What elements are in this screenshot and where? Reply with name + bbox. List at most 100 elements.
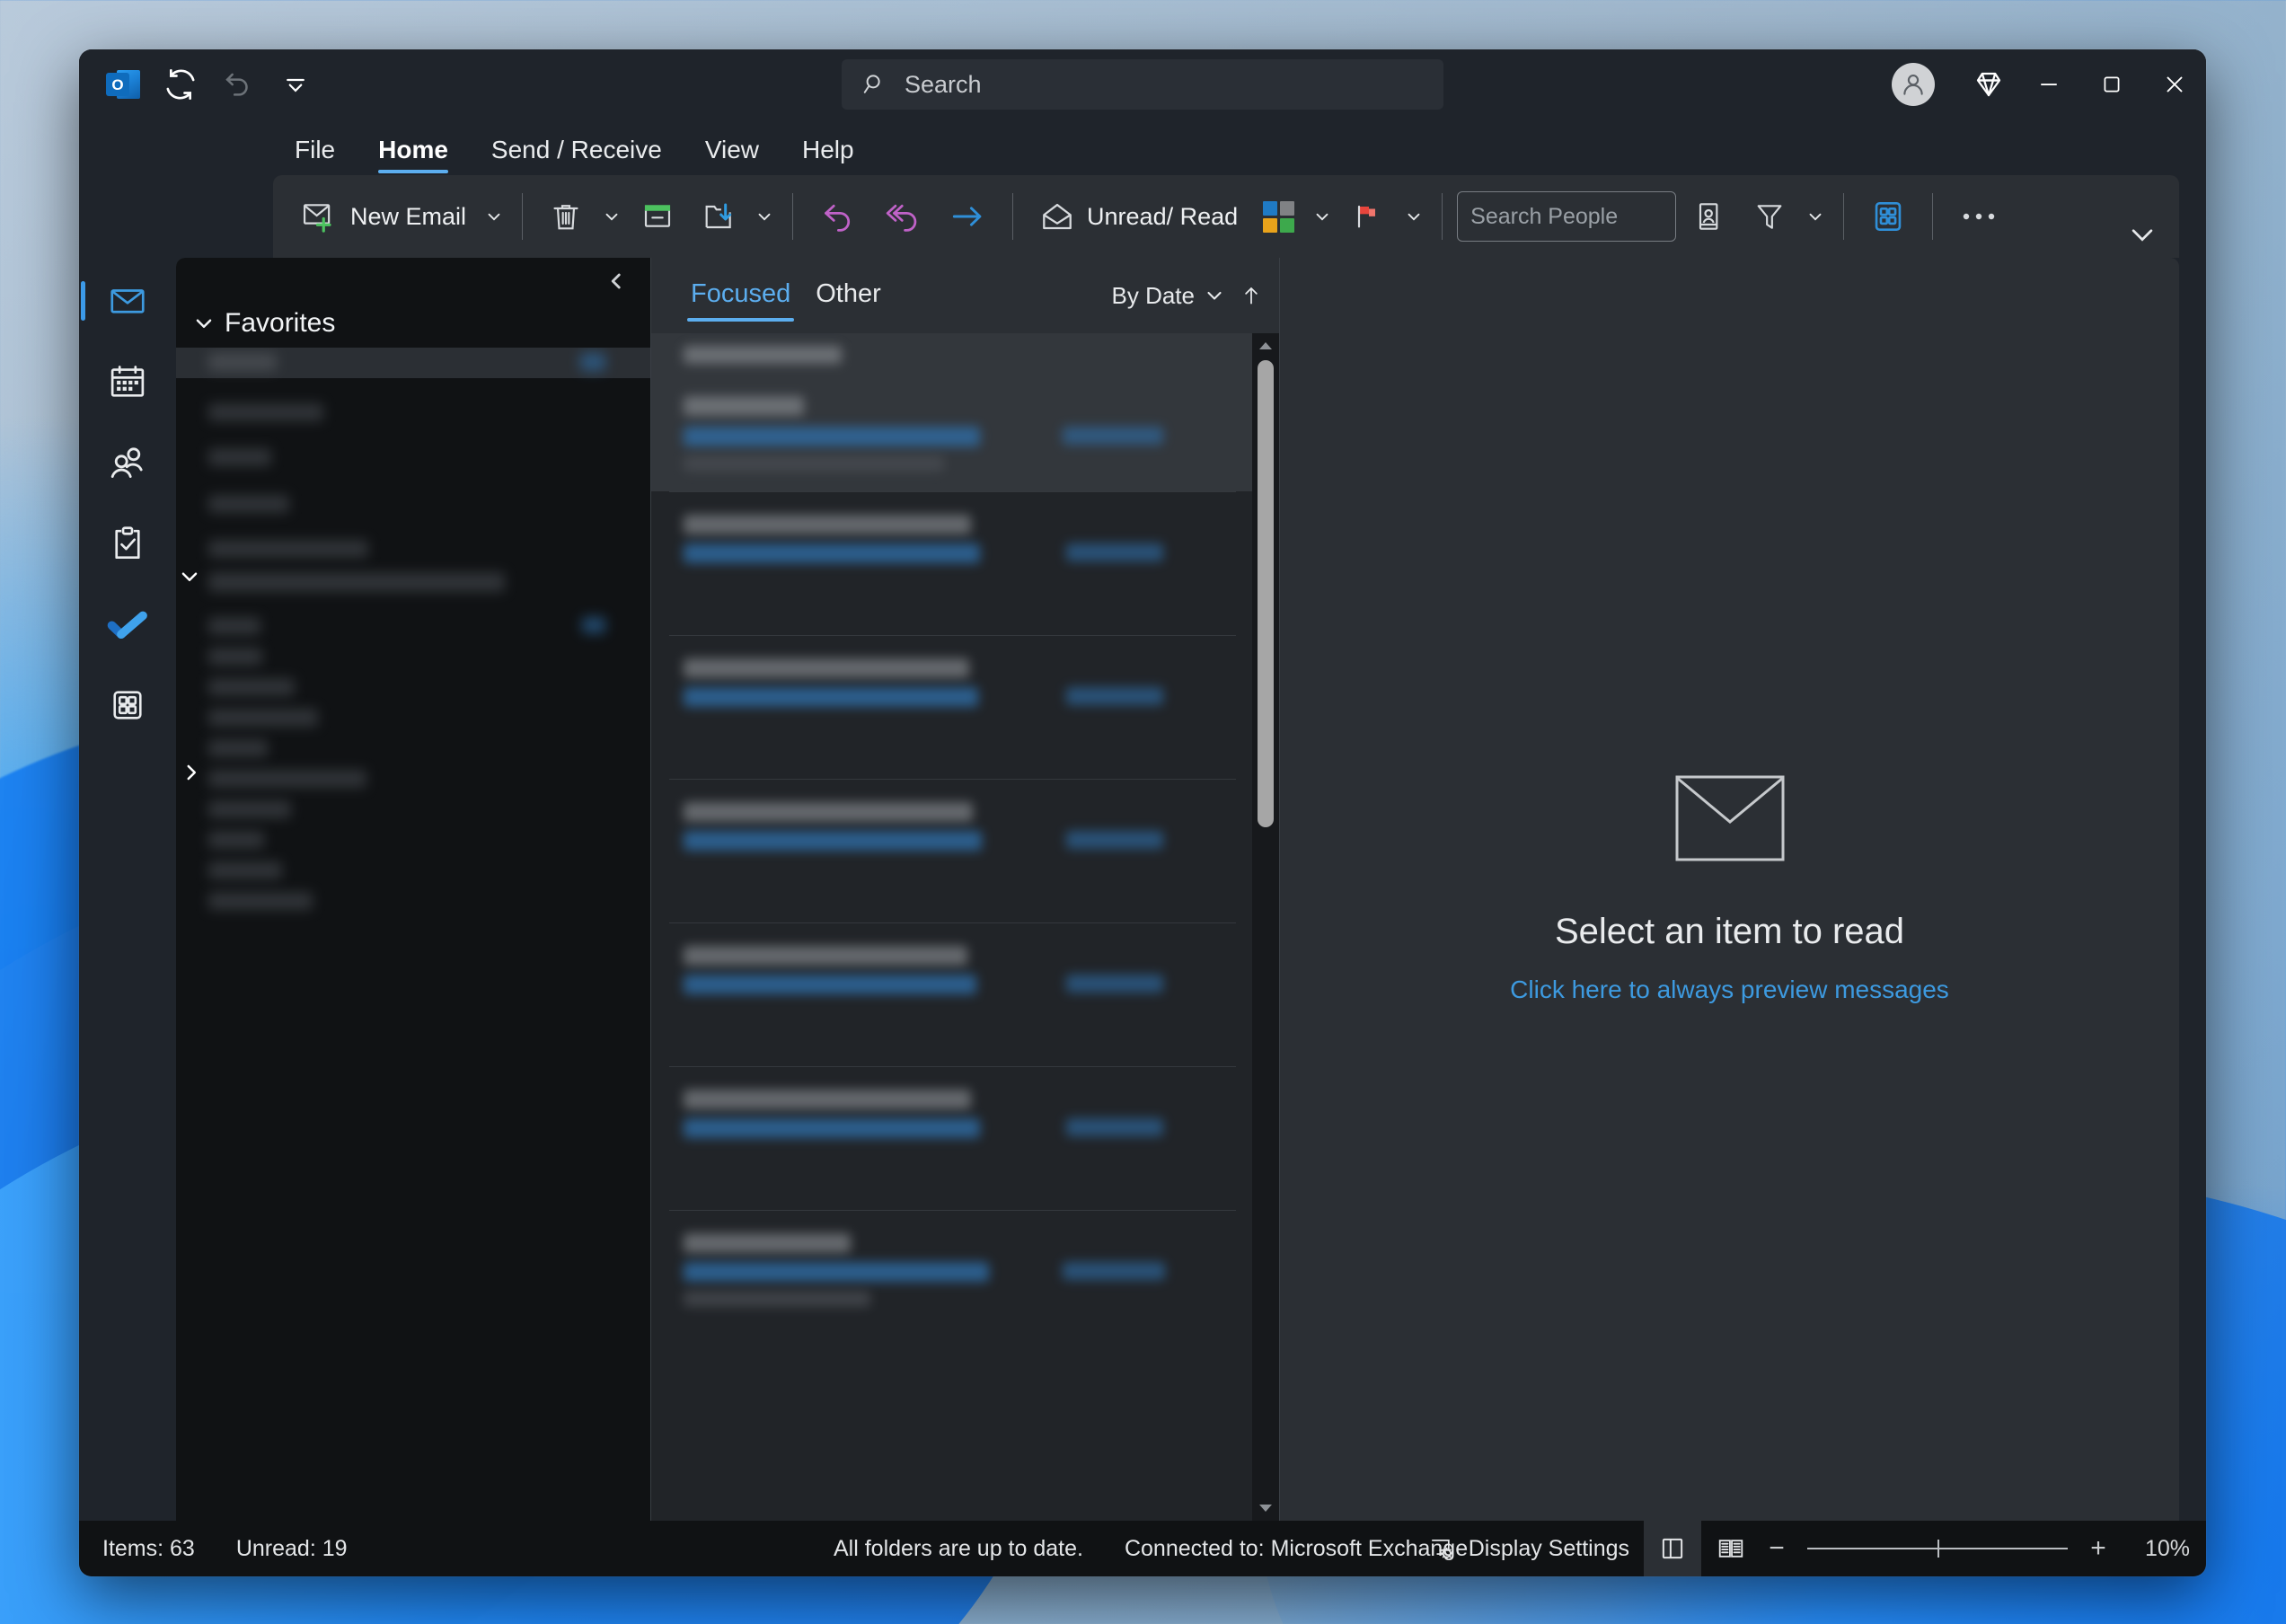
zoom-out-button[interactable]: − [1766,1533,1787,1564]
list-item[interactable] [651,333,1252,491]
zoom-in-button[interactable]: + [2087,1533,2109,1564]
ribbon-group-more [1947,189,2010,244]
ellipsis-icon [1958,206,1999,227]
follow-up-button[interactable] [1339,189,1397,244]
quick-access-toolbar: O [97,58,322,110]
message-list[interactable] [651,333,1279,1521]
outlook-logo-button[interactable]: O [97,58,149,110]
address-book-button[interactable] [1680,189,1737,244]
categorize-button[interactable] [1252,189,1305,244]
ribbon-toolbar: New Email Unread/ Read Search People [273,175,2179,258]
sort-by-date-button[interactable]: By Date [1112,282,1226,310]
unread-read-button[interactable]: Unread/ Read [1028,189,1249,244]
reading-view-button[interactable] [1701,1521,1761,1576]
sidebar-item-calendar[interactable] [92,349,163,414]
scrollbar-thumb[interactable] [1258,360,1274,827]
filter-email-button[interactable] [1741,189,1798,244]
folder-row[interactable] [208,448,271,466]
folder-row[interactable] [208,831,264,849]
list-item[interactable] [651,779,1252,922]
ribbon-tab-home[interactable]: Home [357,136,470,175]
favorites-header[interactable]: Favorites [176,299,650,348]
premium-button[interactable] [1960,56,2017,113]
account-expand-chevron[interactable] [178,565,201,588]
pivot-focused[interactable]: Focused [678,270,803,322]
sidebar-item-people[interactable] [92,430,163,495]
folder-row[interactable] [208,403,323,421]
forward-button[interactable] [937,189,998,244]
scrollbar-track[interactable] [1252,358,1279,1496]
list-item[interactable] [651,1066,1252,1210]
new-email-dropdown[interactable] [481,189,508,244]
filter-email-dropdown[interactable] [1802,189,1829,244]
collapse-folder-pane-button[interactable] [598,263,634,299]
list-item[interactable] [651,1210,1252,1363]
folder-row[interactable] [208,678,295,696]
folder-row[interactable] [208,739,268,757]
list-item[interactable] [651,922,1252,1066]
follow-up-dropdown[interactable] [1400,189,1427,244]
collapse-ribbon-button[interactable] [2122,216,2163,252]
send-receive-all-button[interactable] [154,58,207,110]
folder-row[interactable] [208,861,282,879]
account-row[interactable] [208,572,505,592]
folder-row[interactable] [208,892,313,910]
folder-expand-chevron[interactable] [180,761,203,784]
pivot-other[interactable]: Other [803,270,894,322]
folder-row[interactable] [208,540,368,558]
sidebar-item-mail[interactable] [81,269,163,333]
close-button[interactable] [2143,49,2206,119]
search-input[interactable]: Search [905,71,982,99]
list-item[interactable] [651,491,1252,635]
message-list-scrollbar[interactable] [1252,333,1279,1521]
zoom-slider[interactable] [1807,1540,2068,1558]
list-item[interactable] [651,635,1252,779]
delete-button[interactable] [537,189,595,244]
zoom-slider-handle[interactable] [1937,1540,1939,1558]
more-commands-button[interactable] [1947,189,2010,244]
new-email-button[interactable]: New Email [289,189,477,244]
categorize-dropdown[interactable] [1309,189,1336,244]
reply-all-button[interactable] [872,189,933,244]
ribbon-tab-send-receive[interactable]: Send / Receive [470,136,684,175]
undo-button[interactable] [212,58,264,110]
sidebar-item-todo[interactable] [92,592,163,657]
scroll-up-button[interactable] [1258,333,1274,358]
ribbon-separator [1843,193,1845,240]
search-bar[interactable]: Search [842,59,1443,110]
sidebar-item-more-apps[interactable] [92,673,163,737]
delete-dropdown[interactable] [598,189,625,244]
reply-button[interactable] [808,189,869,244]
message-sort-controls: By Date [1112,282,1264,310]
folder-row[interactable] [208,709,318,727]
folder-row[interactable] [208,353,277,371]
minimize-button[interactable] [2017,49,2080,119]
zoom-control[interactable]: − + 10% [1761,1533,2206,1564]
sidebar-item-tasks[interactable] [92,511,163,576]
sort-direction-button[interactable] [1240,282,1263,309]
folder-row[interactable] [208,770,366,788]
ribbon-tab-file[interactable]: File [273,136,357,175]
archive-button[interactable] [629,189,686,244]
scroll-down-button[interactable] [1258,1496,1274,1521]
move-to-dropdown[interactable] [751,189,778,244]
folder-row[interactable] [208,495,289,513]
ribbon-tab-help[interactable]: Help [781,136,876,175]
normal-view-button[interactable] [1644,1521,1701,1576]
avatar[interactable] [1892,63,1935,106]
always-preview-link[interactable]: Click here to always preview messages [1510,975,1949,1004]
get-addins-button[interactable] [1858,189,1918,244]
folder-tree[interactable] [176,348,650,1521]
ribbon-group-new: New Email [289,189,508,244]
ribbon-tab-view[interactable]: View [684,136,781,175]
folder-row[interactable] [208,800,291,818]
undo-icon [221,67,255,102]
folder-row[interactable] [208,648,262,666]
folder-row[interactable] [208,617,260,635]
move-to-button[interactable] [690,189,747,244]
customize-quick-access-toolbar-button[interactable] [269,58,322,110]
message-list-header: Focused Other By Date [651,258,1279,333]
maximize-button[interactable] [2080,49,2143,119]
status-counts: Items: 63 Unread: 19 [102,1536,348,1562]
search-people-input[interactable]: Search People [1457,191,1677,242]
